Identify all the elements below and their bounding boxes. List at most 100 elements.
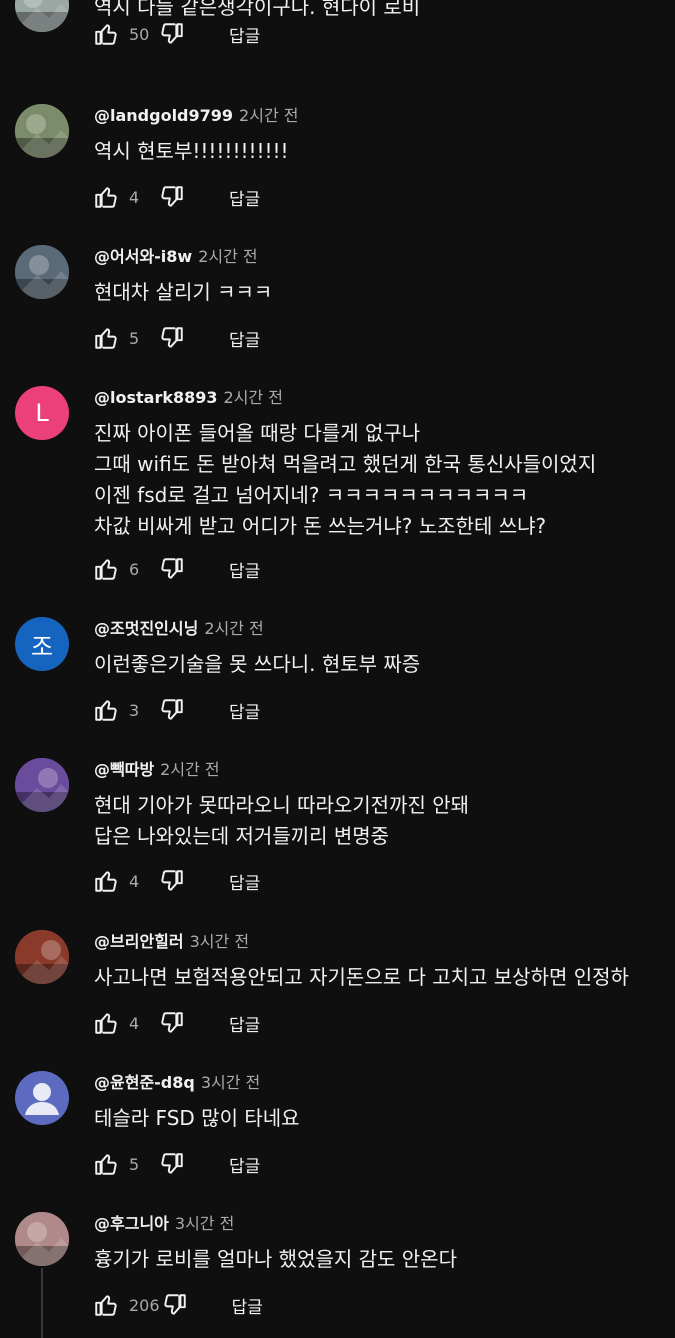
like-count: 5 xyxy=(129,328,140,348)
like-count: 4 xyxy=(129,187,140,207)
dislike-icon[interactable] xyxy=(159,868,185,894)
comment-header: @후그니아 3시간 전 xyxy=(94,1212,234,1236)
avatar[interactable] xyxy=(15,930,69,984)
comment-text: 사고나면 보험적용안되고 자기돈으로 다 고치고 보상하면 인정하 xyxy=(94,962,675,993)
avatar[interactable] xyxy=(15,1071,69,1125)
reply-button[interactable]: 답글 xyxy=(229,22,260,47)
comment-author[interactable]: @lostark8893 xyxy=(94,388,218,407)
comment-text: 이런좋은기술을 못 쓰다니. 현토부 짜증 xyxy=(94,649,675,680)
comment-author[interactable]: @landgold9799 xyxy=(94,106,233,125)
dislike-icon[interactable] xyxy=(159,1151,185,1177)
dislike-icon[interactable] xyxy=(159,325,185,351)
avatar[interactable] xyxy=(15,1212,69,1266)
avatar-letter: 조 xyxy=(30,632,54,661)
comment-actions: 3 답글 xyxy=(93,696,260,724)
avatar[interactable]: L xyxy=(15,386,69,440)
comment-actions: 5 답글 xyxy=(93,1150,260,1178)
comment-author[interactable]: @조멋진인시닝 xyxy=(94,619,198,638)
comment-actions: 4 답글 xyxy=(93,867,260,895)
comment-text-line: 현대 기아가 못따라오니 따라오기전까진 안돼 xyxy=(94,793,470,817)
avatar[interactable]: 조 xyxy=(15,617,69,671)
comment-text-line: 흉기가 로비를 얼마나 했었을지 감도 안온다 xyxy=(94,1247,457,1271)
dislike-icon[interactable] xyxy=(162,1292,188,1318)
comment-author[interactable]: @후그니아 xyxy=(94,1214,169,1233)
comment-header: @브리안힐러 3시간 전 xyxy=(94,930,249,954)
like-icon[interactable] xyxy=(93,868,119,894)
comment-text-line: 이젠 fsd로 걸고 넘어지네? ㅋㅋㅋㅋㅋㅋㅋㅋㅋㅋㅋ xyxy=(94,483,529,507)
like-icon[interactable] xyxy=(93,1010,119,1036)
reply-button[interactable]: 답글 xyxy=(229,698,260,723)
like-count: 4 xyxy=(129,871,140,891)
like-icon[interactable] xyxy=(93,325,119,351)
comment-header: @어서와-i8w 2시간 전 xyxy=(94,245,258,269)
comment-text-line: 그때 wifi도 돈 받아쳐 먹을려고 했던게 한국 통신사들이었지 xyxy=(94,452,597,476)
comment-time[interactable]: 3시간 전 xyxy=(201,1073,260,1092)
reply-button[interactable]: 답글 xyxy=(229,1011,260,1036)
comment-actions: 50 답글 xyxy=(93,20,260,48)
like-icon[interactable] xyxy=(93,1292,119,1318)
comment-text: 현대 기아가 못따라오니 따라오기전까진 안돼답은 나와있는데 저거들끼리 변명… xyxy=(94,790,675,852)
like-count: 3 xyxy=(129,700,140,720)
like-icon[interactable] xyxy=(93,184,119,210)
comment-author[interactable]: @빽따방 xyxy=(94,760,154,779)
like-count: 206 xyxy=(129,1295,160,1315)
comment-text: 역시 현토부!!!!!!!!!!!! xyxy=(94,136,675,167)
comment-header: @윤현준-d8q 3시간 전 xyxy=(94,1071,260,1095)
comment-time[interactable]: 2시간 전 xyxy=(198,247,257,266)
comment-time[interactable]: 2시간 전 xyxy=(204,619,263,638)
avatar[interactable] xyxy=(15,0,69,32)
dislike-icon[interactable] xyxy=(159,184,185,210)
comment-header: @조멋진인시닝 2시간 전 xyxy=(94,617,264,641)
comment-text: 테슬라 FSD 많이 타네요 xyxy=(94,1103,675,1134)
dislike-icon[interactable] xyxy=(159,556,185,582)
comment-header: @lostark8893 2시간 전 xyxy=(94,386,283,410)
comment-text-line: 사고나면 보험적용안되고 자기돈으로 다 고치고 보상하면 인정하 xyxy=(94,965,629,989)
comment-text-line: 테슬라 FSD 많이 타네요 xyxy=(94,1106,300,1130)
comment-actions: 4 답글 xyxy=(93,1009,260,1037)
reply-button[interactable]: 답글 xyxy=(229,185,260,210)
comment-text-line: 현대차 살리기 ㅋㅋㅋ xyxy=(94,280,273,304)
comment-text: 진짜 아이폰 들어올 때랑 다를게 없구나그때 wifi도 돈 받아쳐 먹을려고… xyxy=(94,418,675,542)
like-count: 50 xyxy=(129,24,150,44)
comment-author[interactable]: @브리안힐러 xyxy=(94,932,184,951)
avatar[interactable] xyxy=(15,245,69,299)
dislike-icon[interactable] xyxy=(159,21,185,47)
comment-time[interactable]: 2시간 전 xyxy=(160,760,219,779)
comment-text: 현대차 살리기 ㅋㅋㅋ xyxy=(94,277,675,308)
comment-text-line: 이런좋은기술을 못 쓰다니. 현토부 짜증 xyxy=(94,652,421,676)
comment-header: @빽따방 2시간 전 xyxy=(94,758,220,782)
comment-text: 흉기가 로비를 얼마나 했었을지 감도 안온다 xyxy=(94,1244,675,1275)
comment-actions: 6 답글 xyxy=(93,555,260,583)
comment-header: @landgold9799 2시간 전 xyxy=(94,104,298,128)
comment-actions: 4 답글 xyxy=(93,183,260,211)
comment-time[interactable]: 2시간 전 xyxy=(239,106,298,125)
like-icon[interactable] xyxy=(93,697,119,723)
comment-time[interactable]: 3시간 전 xyxy=(175,1214,234,1233)
reply-thread-line xyxy=(41,1268,43,1338)
dislike-icon[interactable] xyxy=(159,697,185,723)
like-icon[interactable] xyxy=(93,21,119,47)
like-icon[interactable] xyxy=(93,1151,119,1177)
like-icon[interactable] xyxy=(93,556,119,582)
comment-text-line: 역시 현토부!!!!!!!!!!!! xyxy=(94,139,289,163)
comment-actions: 5 답글 xyxy=(93,324,260,352)
reply-button[interactable]: 답글 xyxy=(229,557,260,582)
reply-button[interactable]: 답글 xyxy=(232,1293,263,1318)
comment-text-line: 차값 비싸게 받고 어디가 돈 쓰는거냐? 노조한테 쓰냐? xyxy=(94,514,547,538)
comment-author[interactable]: @윤현준-d8q xyxy=(94,1073,195,1092)
dislike-icon[interactable] xyxy=(159,1010,185,1036)
comment-time[interactable]: 3시간 전 xyxy=(190,932,249,951)
reply-button[interactable]: 답글 xyxy=(229,326,260,351)
reply-button[interactable]: 답글 xyxy=(229,1152,260,1177)
like-count: 5 xyxy=(129,1154,140,1174)
like-count: 6 xyxy=(129,559,140,579)
comment-time[interactable]: 2시간 전 xyxy=(224,388,283,407)
comment-text-line: 진짜 아이폰 들어올 때랑 다를게 없구나 xyxy=(94,421,421,445)
comment-author[interactable]: @어서와-i8w xyxy=(94,247,192,266)
avatar[interactable] xyxy=(15,758,69,812)
reply-button[interactable]: 답글 xyxy=(229,869,260,894)
avatar[interactable] xyxy=(15,104,69,158)
like-count: 4 xyxy=(129,1013,140,1033)
comment-text-line: 답은 나와있는데 저거들끼리 변명중 xyxy=(94,824,390,848)
avatar-letter: L xyxy=(35,399,49,427)
